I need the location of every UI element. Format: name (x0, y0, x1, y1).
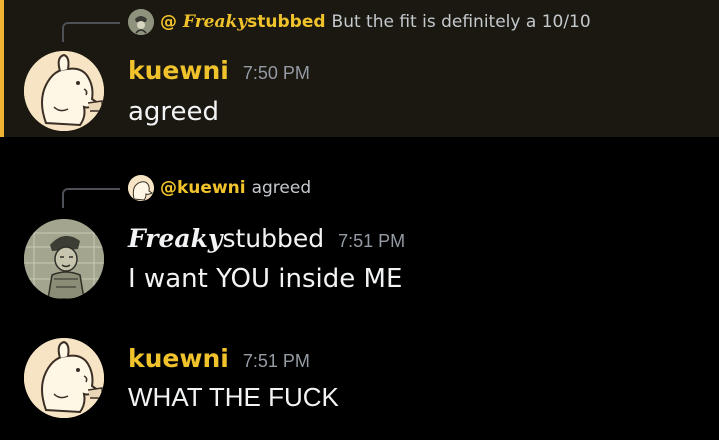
reply-preview[interactable]: @ Freakystubbed But the fit is definitel… (128, 8, 591, 36)
message-item[interactable]: @ Freakystubbed But the fit is definitel… (0, 0, 719, 137)
avatar[interactable] (24, 338, 104, 418)
timestamp[interactable]: 7:50 PM (243, 63, 310, 84)
chat-log: @ Freakystubbed But the fit is definitel… (0, 0, 719, 440)
message-item[interactable]: kuewni 7:51 PM WHAT THE FUCK (0, 330, 719, 440)
timestamp[interactable]: 7:51 PM (243, 351, 310, 372)
avatar[interactable] (24, 219, 104, 299)
message-content: agreed (128, 97, 220, 127)
reply-mention[interactable]: @kuewni (160, 178, 246, 198)
reply-preview[interactable]: @kuewni agreed (128, 174, 311, 202)
reply-connector (62, 188, 120, 208)
reply-avatar (128, 9, 154, 35)
reply-text: But the fit is definitely a 10/10 (331, 12, 591, 32)
username[interactable]: kuewni (128, 344, 229, 373)
reply-mention[interactable]: @ Freakystubbed (160, 12, 326, 32)
message-header: kuewni 7:50 PM (128, 56, 310, 85)
message-header: Freakystubbed 7:51 PM (128, 224, 405, 253)
message-content: WHAT THE FUCK (128, 382, 339, 412)
message-item[interactable]: @kuewni agreed Freakystubbed 7:51 PM I w… (0, 168, 719, 308)
message-content: I want YOU inside ME (128, 264, 403, 294)
reply-avatar (128, 175, 154, 201)
reply-text: agreed (251, 178, 312, 198)
message-header: kuewni 7:51 PM (128, 344, 310, 373)
username[interactable]: kuewni (128, 56, 229, 85)
reply-connector (62, 22, 120, 42)
avatar[interactable] (24, 51, 104, 131)
username[interactable]: Freakystubbed (128, 224, 324, 253)
timestamp[interactable]: 7:51 PM (338, 231, 405, 252)
